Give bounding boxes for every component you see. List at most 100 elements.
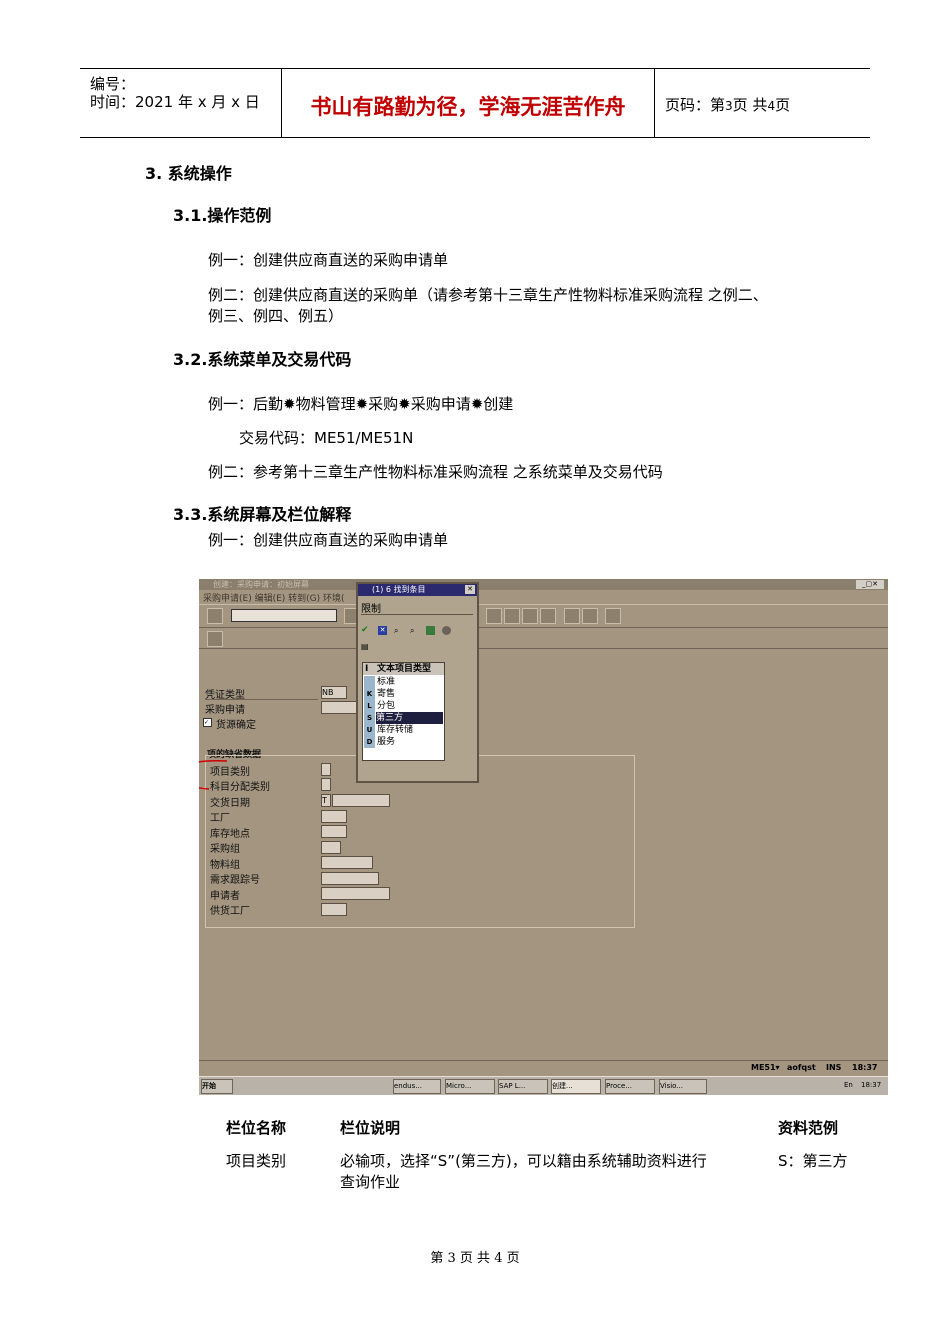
time-label: 时间：2021 年 x 月 x 日 — [90, 93, 260, 111]
close-icon[interactable]: ✕ — [465, 585, 475, 594]
section-3-heading: 3. 系统操作 — [145, 164, 232, 183]
windows-taskbar: 开始 endus... Micro... SAP L... 创建... Proc… — [199, 1076, 888, 1095]
sap-status-bar: ME51▾ aofqst INS 18:37 — [199, 1060, 888, 1077]
status-time: 18:37 — [852, 1063, 878, 1072]
material-group-field[interactable] — [321, 856, 373, 869]
table-cell-example: S：第三方 — [778, 1152, 848, 1170]
sap-menu-bar: 采购申请(E) 编辑(E) 转到(G) 环境( — [199, 590, 888, 604]
taskbar-item[interactable]: Visio... — [659, 1079, 707, 1094]
tracking-number-field[interactable] — [321, 872, 379, 885]
list-item[interactable]: L 分包 — [363, 700, 444, 712]
pr-label: 采购申请 — [205, 705, 245, 716]
list-item[interactable]: D 服务 — [363, 736, 444, 748]
table-header-desc: 栏位说明 — [340, 1119, 401, 1137]
prev-page-icon[interactable] — [504, 608, 520, 624]
delivery-date-type-field[interactable]: T — [321, 794, 331, 807]
check-icon[interactable]: ✔ — [361, 626, 370, 635]
header-left-cell: 编号： 时间：2021 年 x 月 x 日 — [80, 69, 282, 137]
purchasing-group-label: 采购组 — [210, 844, 240, 855]
list-item[interactable]: 标准 — [363, 676, 444, 688]
sap-screenshot: 创建：采购申请：初始屏幕 _▢✕ 采购申请(E) 编辑(E) 转到(G) 环境(… — [199, 579, 888, 1095]
divider — [361, 614, 473, 615]
s32-example-2: 例二：参考第十三章生产性物料标准采购流程 之系统菜单及交易代码 — [208, 463, 663, 481]
page-indicator: 页码：第3页 共4页 — [665, 96, 791, 114]
section-3-3-heading: 3.3.系统屏幕及栏位解释 — [173, 505, 352, 524]
s32-transaction-code: 交易代码：ME51/ME51N — [239, 429, 414, 447]
taskbar-clock: 18:37 — [861, 1081, 882, 1089]
shortcut-icon[interactable] — [582, 608, 598, 624]
next-page-icon[interactable] — [522, 608, 538, 624]
window-controls-icon[interactable]: _▢✕ — [856, 580, 884, 589]
table-cell-desc-line2: 查询作业 — [340, 1173, 401, 1191]
list-item-selected[interactable]: S 第三方 — [363, 712, 444, 724]
search-help-popup: (1) 6 找到条目 ✕ 限制 ✔ ✕ ⌕ ⌕ ▤ I 文本项目类型 标准 K寄… — [356, 582, 479, 783]
help-icon[interactable] — [605, 608, 621, 624]
popup-title-bar: (1) 6 找到条目 ✕ — [358, 584, 477, 596]
info-icon[interactable] — [442, 626, 451, 635]
status-mode: INS — [826, 1063, 842, 1072]
delivery-date-field[interactable] — [332, 794, 390, 807]
language-indicator[interactable]: En — [844, 1081, 853, 1089]
item-category-field[interactable] — [321, 763, 331, 776]
section-3-2-heading: 3.2.系统菜单及交易代码 — [173, 350, 352, 369]
delivery-date-label: 交货日期 — [210, 798, 250, 809]
motto: 书山有路勤为径，学海无涯苦作舟 — [310, 94, 626, 119]
s31-example-2-line2: 例三、例四、例五） — [208, 307, 344, 325]
source-label: 货源确定 — [216, 720, 256, 731]
sap-standard-toolbar — [199, 604, 888, 628]
document-icon[interactable]: ▤ — [361, 642, 371, 652]
find-next-icon[interactable]: ⌕ — [410, 626, 419, 635]
requester-label: 申请者 — [210, 891, 240, 902]
page-header: 编号： 时间：2021 年 x 月 x 日 书山有路勤为径，学海无涯苦作舟 页码… — [80, 68, 870, 138]
org-icon[interactable] — [207, 631, 223, 647]
page-footer: 第 3 页 共 4 页 — [430, 1251, 520, 1266]
new-session-icon[interactable] — [564, 608, 580, 624]
taskbar-item[interactable]: endus... — [393, 1079, 441, 1094]
sap-title-bar: 创建：采购申请：初始屏幕 _▢✕ — [199, 579, 888, 590]
table-header-name: 栏位名称 — [226, 1119, 287, 1137]
requester-field[interactable] — [321, 887, 390, 900]
tab-restrict[interactable]: 限制 — [361, 600, 381, 615]
header-right-cell: 页码：第3页 共4页 — [655, 69, 870, 137]
table-cell-desc-line1: 必输项，选择“S”(第三方)，可以籍由系统辅助资料进行 — [340, 1152, 707, 1170]
material-group-label: 物料组 — [210, 860, 240, 871]
sap-menu-items[interactable]: 采购申请(E) 编辑(E) 转到(G) 环境( — [203, 591, 345, 604]
section-3-1-heading: 3.1.操作范例 — [173, 206, 272, 225]
doc-type-field[interactable]: NB — [321, 686, 347, 699]
status-server: aofqst — [787, 1063, 816, 1072]
find-icon[interactable]: ⌕ — [394, 626, 403, 635]
s31-example-1: 例一：创建供应商直送的采购申请单 — [208, 251, 449, 269]
plant-label: 工厂 — [210, 813, 230, 824]
table-cell-name: 项目类别 — [226, 1152, 287, 1170]
s33-example-1: 例一：创建供应商直送的采购申请单 — [208, 531, 449, 549]
last-page-icon[interactable] — [540, 608, 556, 624]
list-item[interactable]: U 库存转储 — [363, 724, 444, 736]
sort-icon[interactable] — [426, 626, 435, 635]
purchasing-group-field[interactable] — [321, 841, 341, 854]
s32-example-1: 例一：后勤✹物料管理✹采购✹采购申请✹创建 — [208, 395, 514, 413]
pr-field[interactable] — [321, 701, 357, 714]
highlight-arc — [199, 760, 228, 790]
supply-plant-field[interactable] — [321, 903, 347, 916]
account-category-field[interactable] — [321, 778, 331, 791]
status-tcode: ME51▾ — [751, 1063, 780, 1072]
enter-icon[interactable] — [207, 608, 223, 624]
divider — [205, 699, 318, 700]
storage-location-field[interactable] — [321, 825, 347, 838]
plant-field[interactable] — [321, 810, 347, 823]
first-page-icon[interactable] — [486, 608, 502, 624]
sap-app-toolbar — [199, 628, 888, 649]
taskbar-item-active[interactable]: 创建... — [551, 1079, 601, 1094]
list-item[interactable]: K 寄售 — [363, 688, 444, 700]
taskbar-item[interactable]: SAP L... — [498, 1079, 548, 1094]
s31-example-2-line1: 例二：创建供应商直送的采购单（请参考第十三章生产性物料标准采购流程 之例二、 — [208, 286, 768, 304]
table-header-example: 资料范例 — [778, 1119, 839, 1137]
taskbar-item[interactable]: Proce... — [605, 1079, 655, 1094]
item-category-list: I 文本项目类型 标准 K 寄售 L 分包 S 第三方 U 库存转储 D 服务 — [362, 662, 445, 761]
command-field[interactable] — [231, 609, 337, 622]
start-button[interactable]: 开始 — [201, 1079, 233, 1094]
taskbar-item[interactable]: Micro... — [445, 1079, 495, 1094]
source-checkbox[interactable]: ✓ — [203, 718, 212, 727]
storage-location-label: 库存地点 — [210, 829, 250, 840]
cancel-icon[interactable]: ✕ — [378, 626, 387, 635]
